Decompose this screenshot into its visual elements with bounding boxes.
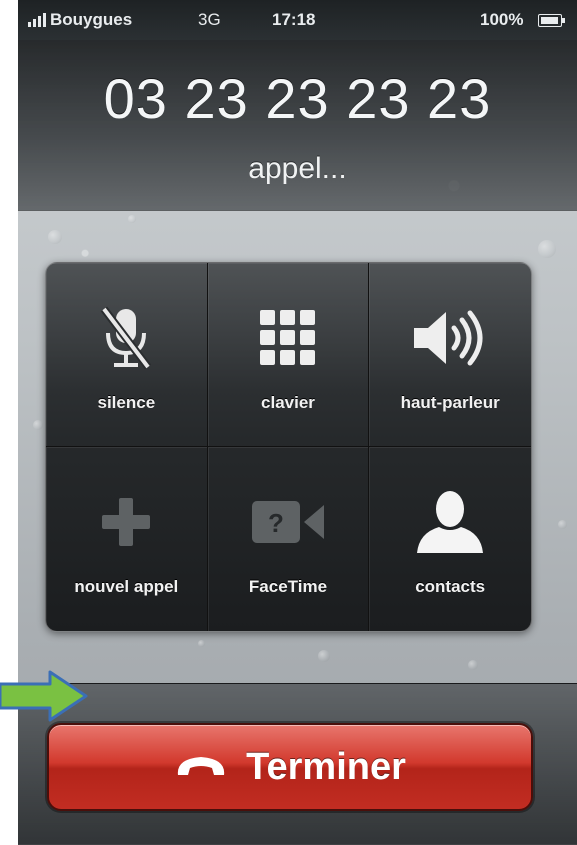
mic-muted-icon xyxy=(46,303,207,373)
raindrop xyxy=(468,660,478,670)
mute-button[interactable]: silence xyxy=(46,263,208,447)
call-header: 03 23 23 23 23 appel... xyxy=(18,40,577,211)
keypad-label: clavier xyxy=(261,393,315,412)
raindrop xyxy=(318,650,330,662)
add-call-button[interactable]: nouvel appel xyxy=(46,447,208,631)
status-time: 17:18 xyxy=(272,10,316,29)
contacts-label: contacts xyxy=(415,577,486,596)
mute-label: silence xyxy=(97,393,156,412)
plus-icon xyxy=(46,487,207,557)
raindrop xyxy=(198,640,205,647)
arrow-icon xyxy=(0,670,88,722)
facetime-icon: ? xyxy=(208,487,369,557)
raindrop xyxy=(33,420,43,430)
network-type: 3G xyxy=(198,10,221,29)
signal-icon xyxy=(28,13,46,27)
call-status: appel... xyxy=(248,152,347,185)
keypad-icon xyxy=(208,303,369,373)
call-options-panel: silence clavier haut-parleur nouvel appe… xyxy=(45,262,532,632)
end-call-button[interactable]: Terminer xyxy=(47,723,533,811)
battery-percent: 100% xyxy=(480,10,524,29)
raindrop xyxy=(48,230,62,244)
add-call-label: nouvel appel xyxy=(74,577,179,596)
contacts-button[interactable]: contacts xyxy=(369,447,531,631)
facetime-button[interactable]: ? FaceTime xyxy=(208,447,370,631)
keypad-button[interactable]: clavier xyxy=(207,263,370,447)
speaker-button[interactable]: haut-parleur xyxy=(369,263,531,447)
carrier-name: Bouygues xyxy=(50,10,133,29)
speaker-label: haut-parleur xyxy=(400,393,500,412)
svg-text:?: ? xyxy=(268,508,284,538)
raindrop xyxy=(128,215,136,223)
battery-icon xyxy=(538,14,565,27)
end-call-label: Terminer xyxy=(246,745,406,788)
raindrop xyxy=(538,240,556,258)
phone-number: 03 23 23 23 23 xyxy=(103,67,492,130)
phone-hangup-icon xyxy=(174,751,228,784)
status-bar: Bouygues 3G 17:18 100% xyxy=(18,0,577,40)
raindrop xyxy=(558,520,567,529)
contact-icon xyxy=(369,487,531,557)
speaker-icon xyxy=(369,303,531,373)
facetime-label: FaceTime xyxy=(248,577,328,596)
